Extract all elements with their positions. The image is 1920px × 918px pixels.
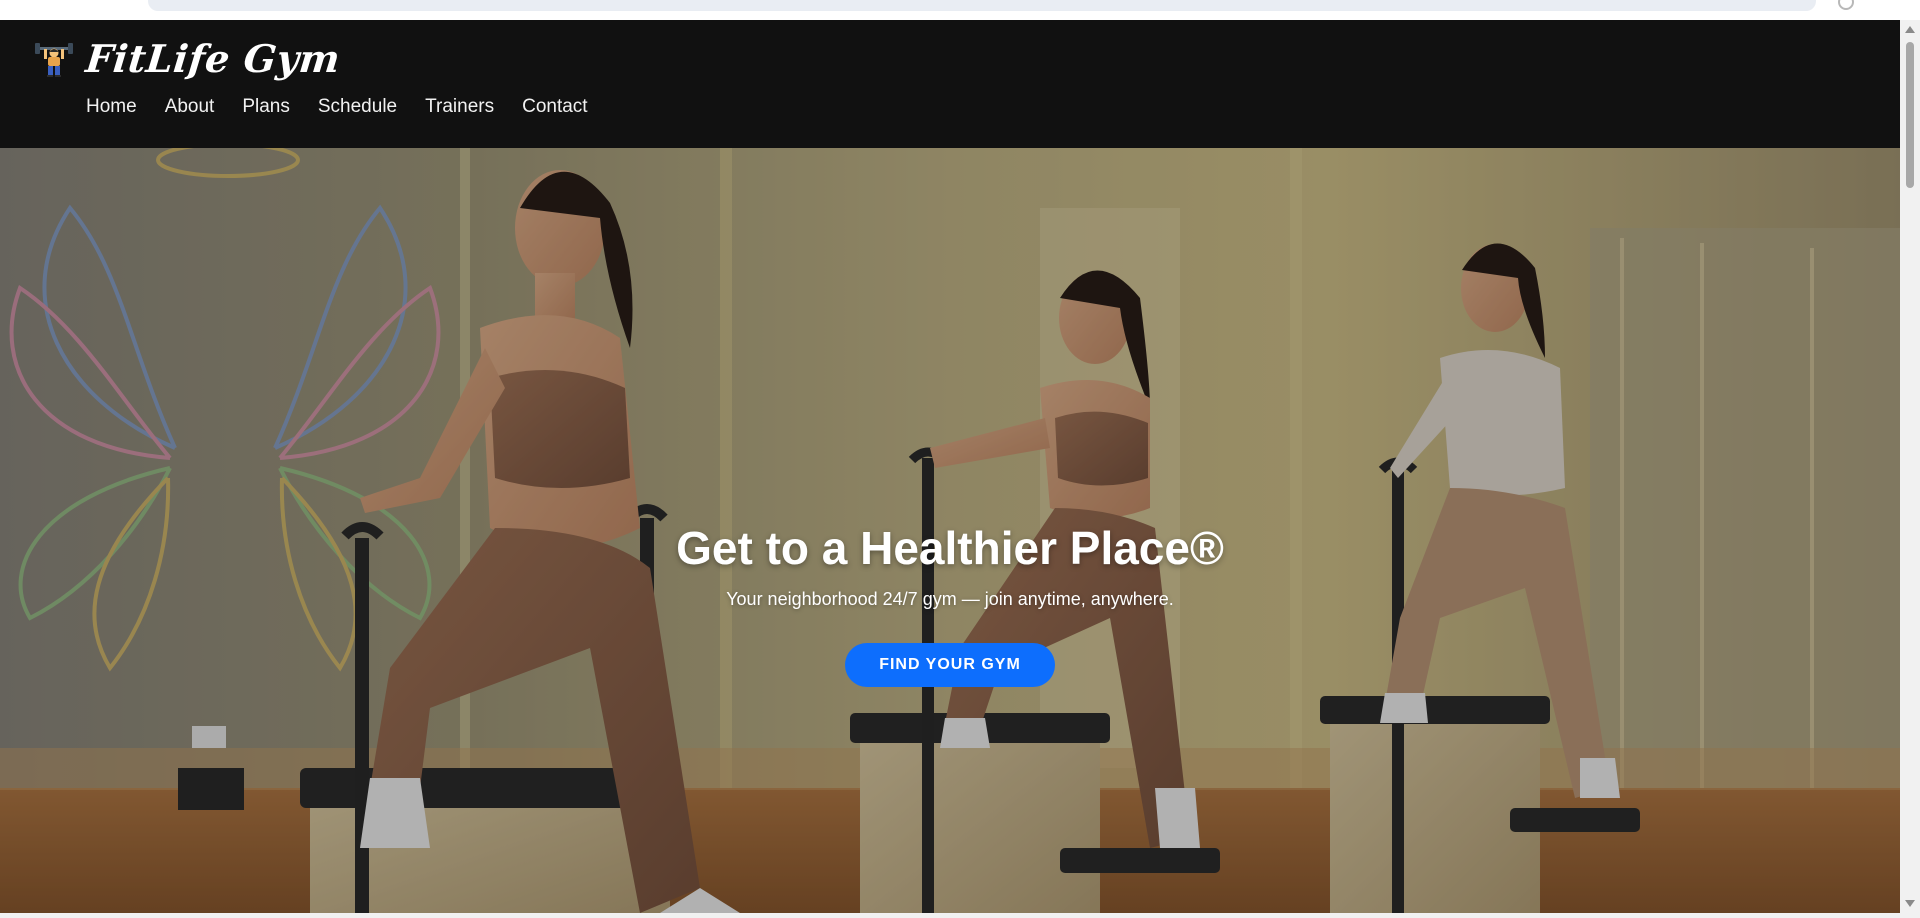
- nav-trainers[interactable]: Trainers: [425, 92, 494, 122]
- hero-content: Get to a Healthier Place® Your neighborh…: [0, 520, 1900, 687]
- brand-name: FitLife Gym: [83, 36, 343, 81]
- scroll-up-icon[interactable]: [1905, 26, 1915, 33]
- brand[interactable]: FitLife Gym: [34, 36, 343, 81]
- browser-toolbar: [0, 0, 1920, 20]
- hero-section: Get to a Healthier Place® Your neighborh…: [0, 148, 1900, 913]
- address-bar[interactable]: [148, 0, 1816, 11]
- scrollbar-thumb[interactable]: [1906, 42, 1914, 188]
- nav-plans[interactable]: Plans: [242, 92, 290, 122]
- nav-about[interactable]: About: [165, 92, 215, 122]
- profile-icon[interactable]: [1838, 0, 1854, 10]
- nav-schedule[interactable]: Schedule: [318, 92, 397, 122]
- find-your-gym-button[interactable]: FIND YOUR GYM: [845, 643, 1055, 687]
- nav-home[interactable]: Home: [86, 92, 137, 122]
- page-scrollbar[interactable]: [1900, 20, 1920, 913]
- scroll-down-icon[interactable]: [1905, 900, 1915, 907]
- nav-contact[interactable]: Contact: [522, 92, 587, 122]
- main-nav: Home About Plans Schedule Trainers Conta…: [86, 92, 616, 122]
- hero-title: Get to a Healthier Place®: [676, 522, 1224, 574]
- page-viewport: FitLife Gym Home About Plans Schedule Tr…: [0, 20, 1900, 913]
- hero-subtitle: Your neighborhood 24/7 gym — join anytim…: [726, 589, 1174, 609]
- bottom-strip: [0, 913, 1920, 918]
- site-header: FitLife Gym Home About Plans Schedule Tr…: [0, 20, 1900, 148]
- weightlifter-icon: [35, 42, 73, 77]
